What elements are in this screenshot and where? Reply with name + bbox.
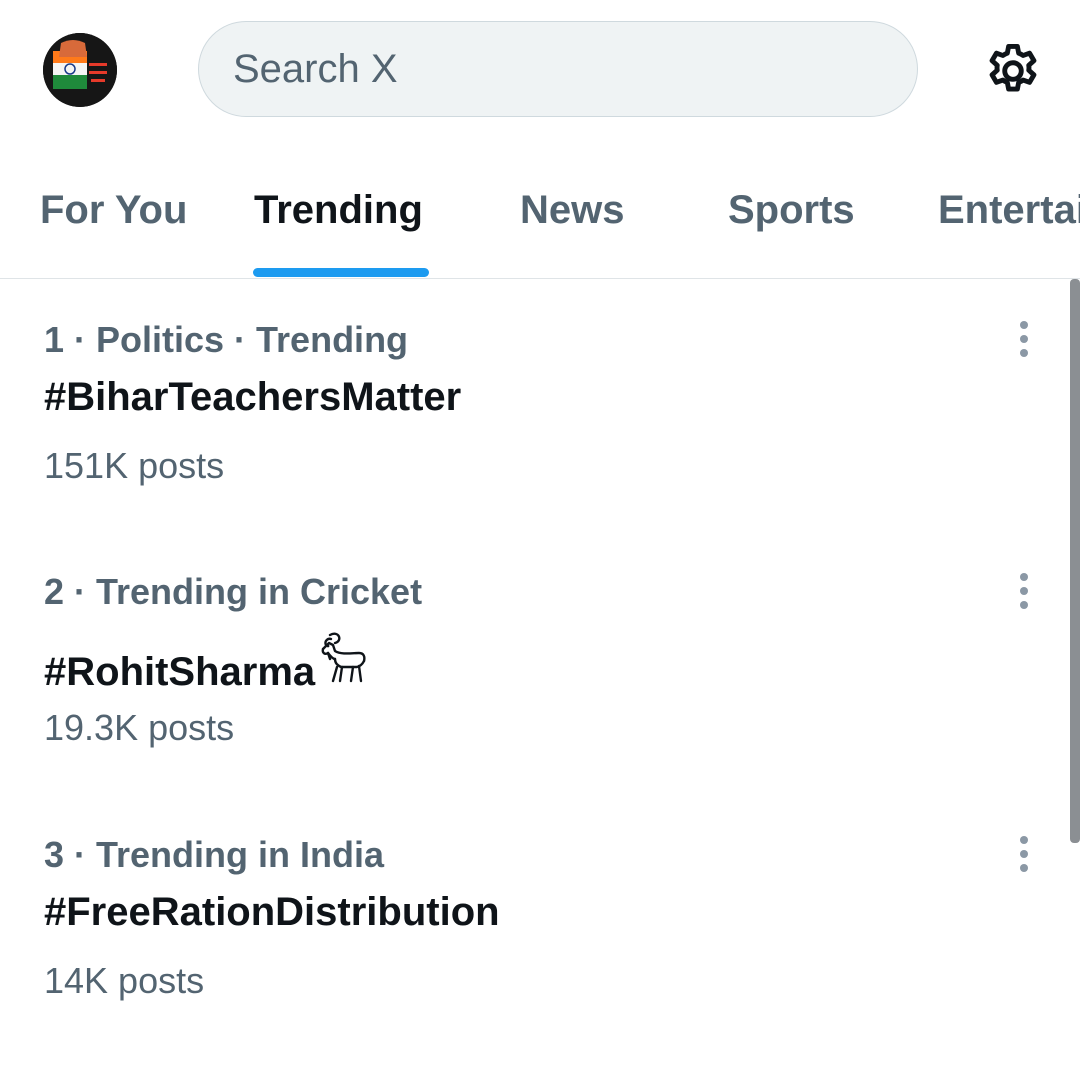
explore-tabs: For You Trending News Sports Entertainme…: [0, 150, 1080, 279]
settings-gear-glyph: [989, 44, 1037, 92]
more-options-icon[interactable]: [1012, 571, 1036, 615]
avatar-image: [43, 33, 117, 107]
trend-title-text: #FreeRationDistribution: [44, 890, 500, 934]
goat-emoji-glyph: [321, 632, 366, 683]
trend-meta: 2 · Trending in Cricket: [44, 571, 423, 612]
profile-avatar[interactable]: [43, 33, 117, 107]
search-bar[interactable]: [198, 21, 918, 117]
search-input[interactable]: [231, 45, 875, 93]
top-header: [0, 0, 1080, 140]
vertical-dots-glyph: [1020, 321, 1028, 357]
tab-trending[interactable]: Trending: [254, 188, 423, 233]
tab-entertainment[interactable]: Entertainment: [938, 188, 1080, 233]
trend-title[interactable]: #FreeRationDistribution: [44, 890, 500, 935]
tab-for-you[interactable]: For You: [40, 188, 187, 233]
trend-post-count: 14K posts: [44, 960, 205, 1001]
trends-list: 1 · Politics · Trending #BiharTeachersMa…: [0, 279, 1080, 1061]
trend-post-count: 151K posts: [44, 445, 225, 486]
vertical-dots-glyph: [1020, 836, 1028, 872]
vertical-dots-glyph: [1020, 573, 1028, 609]
trend-title[interactable]: #BiharTeachersMatter: [44, 375, 461, 420]
trend-item[interactable]: 1 · Politics · Trending #BiharTeachersMa…: [0, 319, 1060, 559]
trend-item[interactable]: 3 · Trending in India #FreeRationDistrib…: [0, 834, 1060, 1074]
gear-icon[interactable]: [982, 40, 1044, 102]
trend-meta: 3 · Trending in India: [44, 834, 385, 875]
trend-title-text: #RohitSharma: [44, 650, 316, 694]
goat-icon: [317, 631, 369, 693]
trend-post-count: 19.3K posts: [44, 707, 235, 748]
trend-item[interactable]: 2 · Trending in Cricket #RohitSharma 19.…: [0, 571, 1060, 811]
trend-title[interactable]: #RohitSharma: [44, 631, 369, 695]
scrollbar-track[interactable]: [1070, 279, 1080, 1061]
tab-news[interactable]: News: [520, 188, 625, 233]
trend-title-text: #BiharTeachersMatter: [44, 375, 462, 419]
active-tab-indicator: [253, 268, 429, 277]
more-options-icon[interactable]: [1012, 319, 1036, 363]
trend-meta: 1 · Politics · Trending: [44, 319, 409, 360]
tab-sports[interactable]: Sports: [728, 188, 855, 233]
scrollbar-thumb[interactable]: [1070, 279, 1080, 843]
more-options-icon[interactable]: [1012, 834, 1036, 878]
